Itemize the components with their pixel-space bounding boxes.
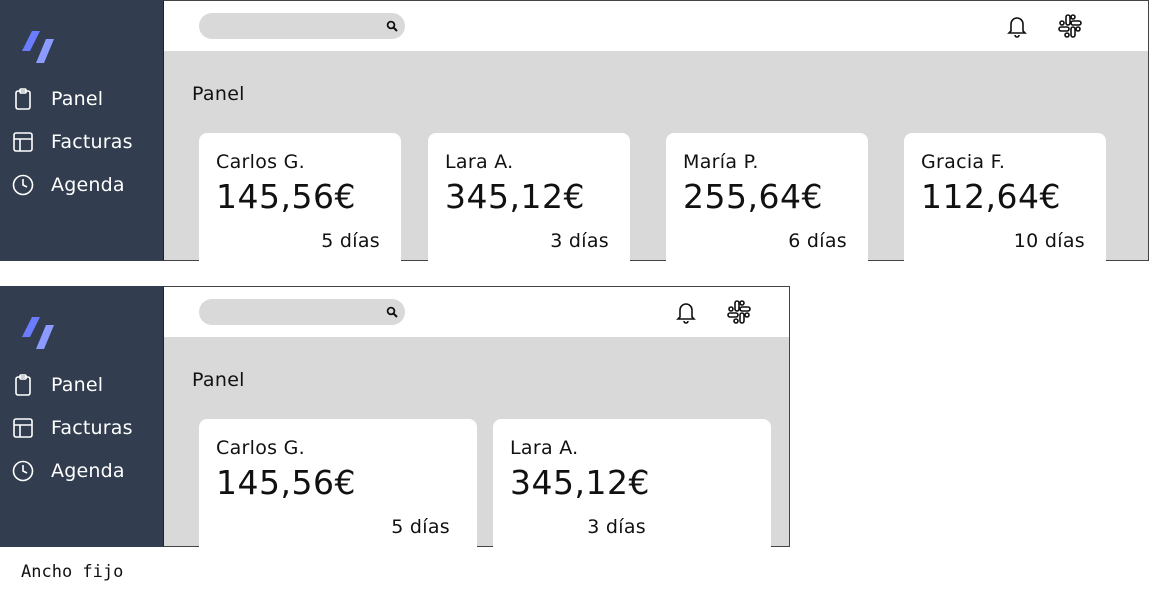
caption-label: Ancho fijo [21,562,124,582]
sidebar-item-facturas[interactable]: Facturas [0,124,163,160]
card-client-name: Lara A. [510,437,579,459]
invoice-card[interactable]: Gracia F. 112,64€ 10 días [904,133,1106,261]
invoice-card[interactable]: Lara A. 345,12€ 3 días [493,419,771,547]
sidebar-item-panel[interactable]: Panel [0,81,163,117]
page-title: Panel [192,369,245,391]
card-amount: 145,56€ [216,177,356,216]
sidebar-item-agenda[interactable]: Agenda [0,167,163,203]
sidebar-item-label: Facturas [51,131,133,153]
clipboard-icon [15,374,31,396]
card-amount: 345,12€ [510,463,650,502]
card-days: 6 días [788,230,847,252]
invoice-card[interactable]: María P. 255,64€ 6 días [666,133,868,261]
clock-icon [12,460,34,482]
clock-icon [12,174,34,196]
card-client-name: Lara A. [445,151,514,173]
slack-icon[interactable] [726,299,752,325]
layout-icon [13,418,33,438]
sidebar-item-agenda[interactable]: Agenda [0,453,163,489]
bell-icon[interactable] [673,299,699,325]
main-content: Panel Carlos G. 145,56€ 5 días Lara A. 3… [163,0,1149,261]
card-days: 5 días [321,230,380,252]
card-amount: 345,12€ [445,177,585,216]
layout-icon [13,132,33,152]
card-client-name: Carlos G. [216,437,306,459]
sidebar-item-label: Agenda [51,174,125,196]
app-frame-fixed: Panel Facturas Agenda Panel Carlos G. 14… [0,286,790,547]
card-days: 10 días [1013,230,1085,252]
card-days: 3 días [587,516,646,538]
invoice-card[interactable]: Carlos G. 145,56€ 5 días [199,419,477,547]
card-client-name: Carlos G. [216,151,306,173]
page-title: Panel [192,83,245,105]
card-amount: 145,56€ [216,463,356,502]
sidebar-item-label: Panel [51,374,104,396]
sidebar: Panel Facturas Agenda [0,0,163,261]
sidebar-item-label: Facturas [51,417,133,439]
invoice-card[interactable]: Lara A. 345,12€ 3 días [428,133,630,261]
search-bar[interactable] [199,299,405,325]
sidebar-item-panel[interactable]: Panel [0,367,163,403]
sidebar-item-label: Agenda [51,460,125,482]
card-days: 3 días [550,230,609,252]
search-input[interactable] [209,302,373,324]
sidebar-item-facturas[interactable]: Facturas [0,410,163,446]
sidebar-item-label: Panel [51,88,104,110]
card-days: 5 días [391,516,450,538]
logo-icon [22,317,54,349]
bell-icon[interactable] [1004,13,1030,39]
slack-icon[interactable] [1057,13,1083,39]
card-client-name: Gracia F. [921,151,1006,173]
main-content: Panel Carlos G. 145,56€ 5 días Lara A. 3… [163,286,790,547]
search-bar[interactable] [199,13,405,39]
search-icon[interactable] [386,306,398,318]
clipboard-icon [15,88,31,110]
top-bar [164,1,1148,51]
sidebar: Panel Facturas Agenda [0,286,163,547]
card-client-name: María P. [683,151,759,173]
card-amount: 112,64€ [921,177,1061,216]
card-amount: 255,64€ [683,177,823,216]
invoice-card[interactable]: Carlos G. 145,56€ 5 días [199,133,401,261]
logo-icon [22,31,54,63]
search-input[interactable] [209,16,373,38]
top-bar [164,287,789,337]
app-frame-wide: Panel Facturas Agenda Panel Carlos G. 14… [0,0,1149,261]
search-icon[interactable] [386,20,398,32]
